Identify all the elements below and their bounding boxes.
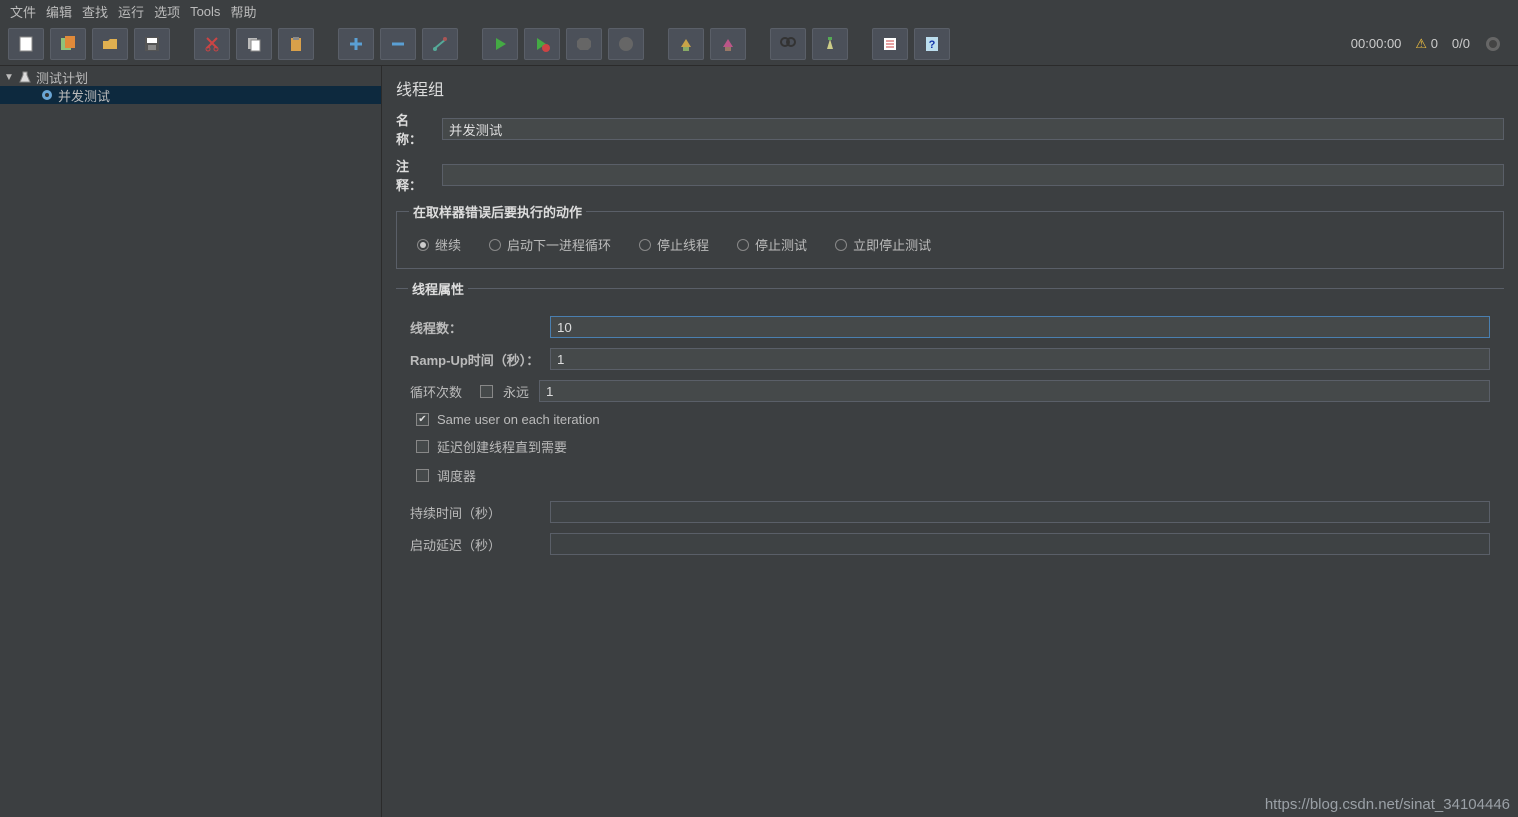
add-button[interactable]: [338, 28, 374, 60]
menu-file[interactable]: 文件: [10, 2, 36, 21]
rampup-input[interactable]: [550, 348, 1490, 370]
shutdown-button[interactable]: [608, 28, 644, 60]
cut-button[interactable]: [194, 28, 230, 60]
toolbar: ? 00:00:00 ⚠ 0 0/0: [0, 22, 1518, 66]
loop-input[interactable]: [539, 380, 1490, 402]
search-tree-button[interactable]: [770, 28, 806, 60]
duration-input[interactable]: [550, 501, 1490, 523]
remove-button[interactable]: [380, 28, 416, 60]
tree-root[interactable]: ▼ 测试计划: [0, 68, 381, 86]
loop-label: 循环次数: [410, 382, 470, 401]
clear-all-button[interactable]: [710, 28, 746, 60]
function-helper-button[interactable]: [872, 28, 908, 60]
start-button[interactable]: [482, 28, 518, 60]
warning-count: 0: [1431, 36, 1438, 51]
clear-button[interactable]: [668, 28, 704, 60]
delay-create-checkbox[interactable]: [416, 440, 429, 453]
reset-search-button[interactable]: [812, 28, 848, 60]
threads-label: 线程数：: [410, 318, 540, 337]
templates-button[interactable]: [50, 28, 86, 60]
forever-checkbox[interactable]: [480, 385, 493, 398]
startup-delay-label: 启动延迟（秒）: [410, 535, 540, 554]
name-label: 名称：: [396, 110, 432, 148]
tree-panel: ▼ 测试计划 并发测试: [0, 66, 382, 817]
svg-text:?: ?: [929, 39, 936, 51]
threads-input[interactable]: [550, 316, 1490, 338]
stop-button[interactable]: [566, 28, 602, 60]
radio-icon: [417, 239, 429, 251]
content-panel: ︰︰︰ 线程组 名称： 注释： 在取样器错误后要执行的动作 继续 启动下一进程循…: [382, 66, 1518, 817]
save-button[interactable]: [134, 28, 170, 60]
comment-label: 注释：: [396, 156, 432, 194]
gauge-icon: [1484, 35, 1502, 53]
name-input[interactable]: [442, 118, 1504, 140]
start-no-timers-button[interactable]: [524, 28, 560, 60]
menu-run[interactable]: 运行: [118, 2, 144, 21]
splitter-grip[interactable]: ︰︰︰: [382, 512, 383, 524]
radio-icon: [737, 239, 749, 251]
radio-icon: [835, 239, 847, 251]
menu-options[interactable]: 选项: [154, 2, 180, 21]
flask-icon: [18, 70, 32, 84]
elapsed-time: 00:00:00: [1351, 36, 1402, 51]
radio-stop-thread[interactable]: 停止线程: [639, 235, 709, 254]
warning-icon: ⚠: [1415, 36, 1427, 51]
same-user-label: Same user on each iteration: [437, 412, 600, 427]
thread-count: 0/0: [1452, 36, 1470, 51]
collapse-icon[interactable]: ▼: [4, 72, 14, 83]
error-action-group: 在取样器错误后要执行的动作 继续 启动下一进程循环 停止线程 停止测试 立即停止…: [396, 202, 1504, 269]
comment-input[interactable]: [442, 164, 1504, 186]
forever-label: 永远: [503, 382, 529, 401]
radio-icon: [489, 239, 501, 251]
delay-create-label: 延迟创建线程直到需要: [437, 437, 567, 456]
radio-stop-test[interactable]: 停止测试: [737, 235, 807, 254]
radio-next-loop[interactable]: 启动下一进程循环: [489, 235, 611, 254]
menu-help[interactable]: 帮助: [230, 2, 256, 21]
gear-icon: [40, 88, 54, 102]
main-area: ▼ 测试计划 并发测试 ︰︰︰ 线程组 名称： 注释： 在取样器错误后要执行的动…: [0, 66, 1518, 817]
menu-search[interactable]: 查找: [82, 2, 108, 21]
menu-tools[interactable]: Tools: [190, 4, 220, 19]
new-button[interactable]: [8, 28, 44, 60]
radio-icon: [639, 239, 651, 251]
watermark: https://blog.csdn.net/sinat_34104446: [1265, 796, 1510, 813]
help-button[interactable]: ?: [914, 28, 950, 60]
tree-item-label: 并发测试: [58, 86, 110, 105]
toggle-button[interactable]: [422, 28, 458, 60]
menu-bar: 文件 编辑 查找 运行 选项 Tools 帮助: [0, 0, 1518, 22]
startup-delay-input[interactable]: [550, 533, 1490, 555]
radio-stop-test-now[interactable]: 立即停止测试: [835, 235, 931, 254]
same-user-checkbox[interactable]: [416, 413, 429, 426]
paste-button[interactable]: [278, 28, 314, 60]
tree-root-label: 测试计划: [36, 68, 88, 87]
status-area: 00:00:00 ⚠ 0 0/0: [1351, 35, 1502, 53]
open-button[interactable]: [92, 28, 128, 60]
scheduler-checkbox[interactable]: [416, 469, 429, 482]
panel-title: 线程组: [396, 76, 1504, 100]
radio-continue[interactable]: 继续: [417, 235, 461, 254]
copy-button[interactable]: [236, 28, 272, 60]
duration-label: 持续时间（秒）: [410, 503, 540, 522]
scheduler-label: 调度器: [437, 466, 476, 485]
menu-edit[interactable]: 编辑: [46, 2, 72, 21]
error-action-legend: 在取样器错误后要执行的动作: [409, 202, 586, 221]
rampup-label: Ramp-Up时间（秒）：: [410, 350, 540, 369]
tree-item-thread-group[interactable]: 并发测试: [0, 86, 381, 104]
thread-properties-group: 线程属性 线程数： Ramp-Up时间（秒）： 循环次数 永远: [396, 279, 1504, 559]
thread-properties-legend: 线程属性: [408, 279, 468, 298]
